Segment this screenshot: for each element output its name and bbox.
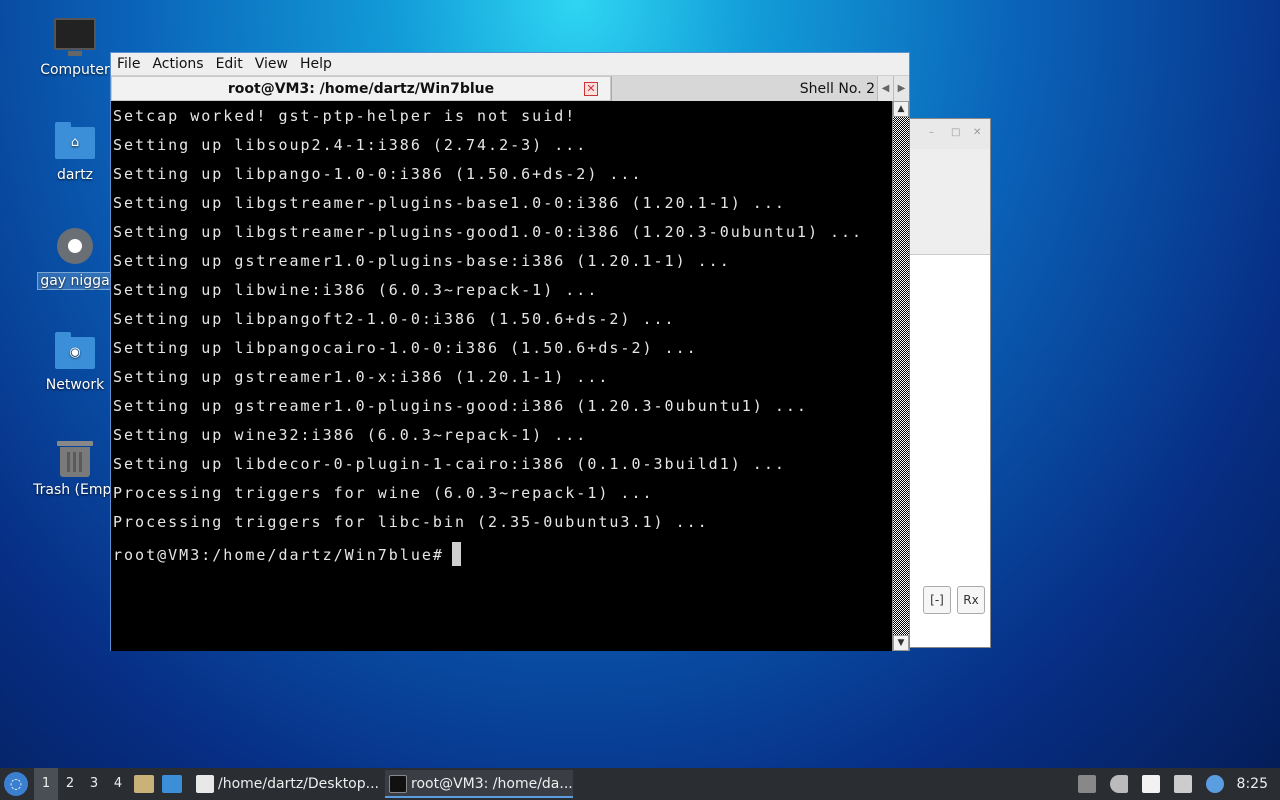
desktop-icon-label: dartz: [56, 167, 94, 183]
menu-view[interactable]: View: [255, 56, 288, 72]
terminal-line: Setting up libwine:i386 (6.0.3~repack-1)…: [113, 281, 599, 299]
tab-shell-2[interactable]: Shell No. 2 ◀ ▶: [611, 76, 909, 102]
terminal-scrollbar[interactable]: ▲ ▼: [892, 101, 909, 651]
start-menu-icon[interactable]: ◌: [4, 772, 28, 796]
terminal-line: Setting up libpango-1.0-0:i386 (1.50.6+d…: [113, 165, 643, 183]
terminal-menubar: File Actions Edit View Help: [111, 53, 909, 75]
terminal-prompt: root@VM3:/home/dartz/Win7blue#: [113, 546, 444, 564]
tab-scroll-right-icon[interactable]: ▶: [893, 76, 909, 102]
menu-edit[interactable]: Edit: [216, 56, 243, 72]
scroll-up-icon[interactable]: ▲: [893, 101, 909, 117]
desktop-icon-label: Computer: [40, 62, 110, 78]
workspace-4[interactable]: 4: [106, 768, 130, 800]
menu-help[interactable]: Help: [300, 56, 332, 72]
terminal-prompt-line: root@VM3:/home/dartz/Win7blue#: [113, 542, 892, 571]
terminal-line: Setting up wine32:i386 (6.0.3~repack-1) …: [113, 426, 588, 444]
tab-root-shell[interactable]: root@VM3: /home/dartz/Win7blue ✕: [111, 76, 611, 101]
terminal-line: Setcap worked! gst-ptp-helper is not sui…: [113, 107, 577, 125]
terminal-output[interactable]: Setcap worked! gst-ptp-helper is not sui…: [111, 101, 892, 651]
terminal-line: Setting up libgstreamer-plugins-good1.0-…: [113, 223, 864, 241]
text-editor-icon: [196, 775, 214, 793]
settings-gear-icon: [53, 226, 97, 268]
terminal-icon: [389, 775, 407, 793]
tab-label: Shell No. 2: [799, 81, 875, 97]
menu-actions[interactable]: Actions: [152, 56, 203, 72]
task-terminal[interactable]: root@VM3: /home/da...: [385, 770, 573, 798]
desktop-icon-label: Network: [45, 377, 105, 393]
terminal-line: Setting up libdecor-0-plugin-1-cairo:i38…: [113, 455, 786, 473]
terminal-line: Processing triggers for libc-bin (2.35-0…: [113, 513, 709, 531]
task-label: root@VM3: /home/da...: [411, 776, 573, 792]
terminal-tabbar: root@VM3: /home/dartz/Win7blue ✕ Shell N…: [111, 75, 909, 102]
task-label: /home/dartz/Desktop...: [218, 776, 379, 792]
bracket-button[interactable]: [-]: [923, 586, 951, 614]
update-notification-icon[interactable]: [1205, 775, 1224, 793]
maximize-icon[interactable]: □: [951, 127, 961, 138]
terminal-line: Setting up gstreamer1.0-plugins-good:i38…: [113, 397, 808, 415]
menu-file[interactable]: File: [117, 56, 140, 72]
tab-label: root@VM3: /home/dartz/Win7blue: [227, 81, 495, 97]
show-desktop-icon[interactable]: [162, 775, 182, 793]
terminal-line: Processing triggers for wine (6.0.3~repa…: [113, 484, 654, 502]
background-window[interactable]: – □ ✕ [-] Rx: [906, 118, 991, 648]
terminal-line: Setting up gstreamer1.0-x:i386 (1.20.1-1…: [113, 368, 610, 386]
system-tray: 8:25: [1071, 768, 1280, 800]
volume-icon[interactable]: [1109, 775, 1128, 793]
desktop-icon-label: gay nigga: [37, 272, 113, 290]
terminal-window[interactable]: File Actions Edit View Help root@VM3: /h…: [110, 52, 910, 651]
workspace-3[interactable]: 3: [82, 768, 106, 800]
terminal-line: Setting up gstreamer1.0-plugins-base:i38…: [113, 252, 731, 270]
scroll-down-icon[interactable]: ▼: [893, 635, 909, 651]
taskbar: ◌ 1 2 3 4 /home/dartz/Desktop... root@VM…: [0, 768, 1280, 800]
terminal-line: Setting up libsoup2.4-1:i386 (2.74.2-3) …: [113, 136, 588, 154]
network-folder-icon: ◉: [53, 331, 97, 373]
clock[interactable]: 8:25: [1237, 776, 1268, 792]
eject-icon[interactable]: [1077, 775, 1096, 793]
tab-scroll-left-icon[interactable]: ◀: [877, 76, 893, 102]
trash-icon: [53, 436, 97, 478]
computer-icon: [53, 16, 97, 58]
home-folder-icon: ⌂: [53, 121, 97, 163]
close-icon[interactable]: ✕: [973, 127, 983, 138]
workspace-2[interactable]: 2: [58, 768, 82, 800]
task-text-editor[interactable]: /home/dartz/Desktop...: [192, 770, 379, 798]
rx-button[interactable]: Rx: [957, 586, 985, 614]
background-window-toolbar: [907, 149, 990, 255]
minimize-icon[interactable]: –: [929, 127, 939, 138]
file-manager-launcher-icon[interactable]: [134, 775, 154, 793]
close-tab-icon[interactable]: ✕: [584, 82, 598, 96]
terminal-line: Setting up libpangoft2-1.0-0:i386 (1.50.…: [113, 310, 676, 328]
clipboard-icon[interactable]: [1141, 775, 1160, 793]
terminal-line: Setting up libpangocairo-1.0-0:i386 (1.5…: [113, 339, 698, 357]
terminal-line: Setting up libgstreamer-plugins-base1.0-…: [113, 194, 786, 212]
desktop-icon-label: Trash (Empt: [33, 482, 117, 498]
terminal-cursor: [451, 542, 461, 566]
network-icon[interactable]: [1173, 775, 1192, 793]
workspace-1[interactable]: 1: [34, 768, 58, 800]
